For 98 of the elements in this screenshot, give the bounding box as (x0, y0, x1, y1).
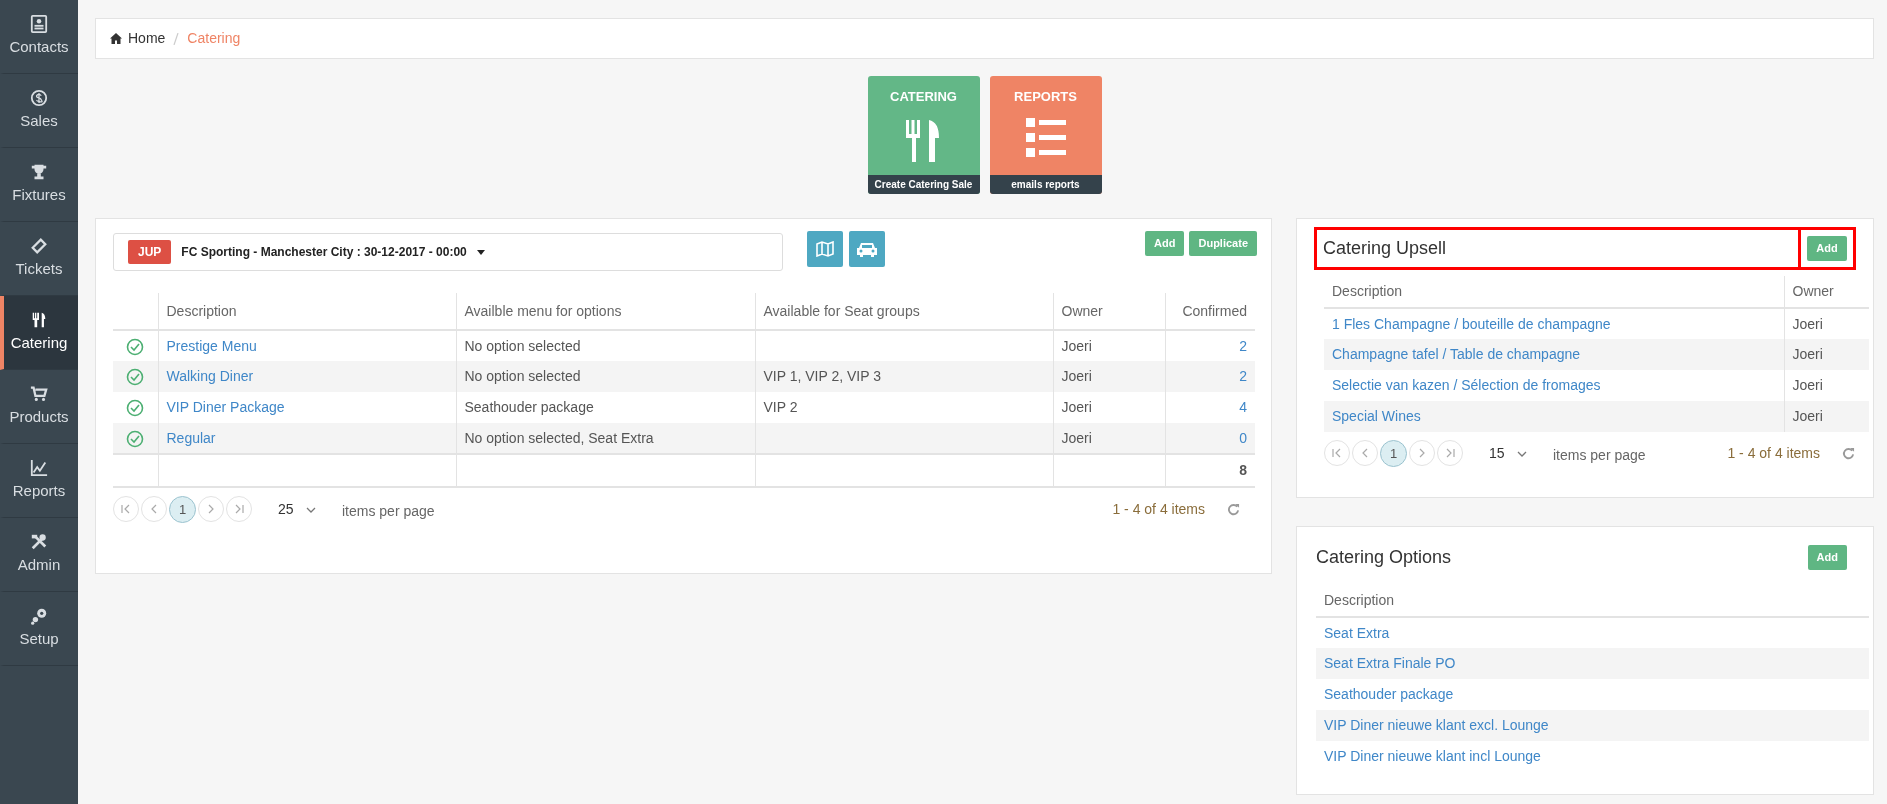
sidebar-item[interactable]: Catering (0, 296, 78, 370)
tile-title: CATERING (890, 88, 957, 106)
panel-title: Catering Upsell (1323, 237, 1447, 260)
upsell-link[interactable]: Champagne tafel / Table de champagne (1332, 346, 1581, 362)
catering-link[interactable]: Walking Diner (166, 368, 254, 384)
upsell-link[interactable]: Selectie van kazen / Sélection de fromages (1332, 377, 1601, 393)
sidebar-item[interactable]: Contacts (0, 0, 78, 74)
check-circle-icon (126, 337, 145, 356)
option-link[interactable]: Seat Extra (1324, 624, 1390, 641)
table-cell: No option selected, Seat Extra (464, 429, 654, 446)
fork-knife-icon (30, 310, 48, 329)
refresh-icon (1842, 447, 1855, 460)
table-cell: No option selected (464, 337, 581, 354)
page-button[interactable]: 1 (169, 496, 196, 523)
page-size-select[interactable]: 15 (1489, 443, 1541, 464)
column-header: Description (1316, 585, 1869, 617)
table-cell: VIP 1, VIP 2, VIP 3 (763, 368, 882, 384)
column-header: Available for Seat groups (755, 293, 1053, 330)
option-link[interactable]: VIP Diner nieuwe klant incl Lounge (1324, 748, 1541, 764)
trophy-icon (30, 162, 48, 181)
sidebar-item[interactable]: Admin (0, 518, 78, 592)
page-size-select[interactable]: 25 (278, 499, 330, 520)
confirmed-link[interactable]: 2 (1239, 337, 1247, 354)
tile-caption: Create Catering Sale (867, 175, 980, 194)
car-icon (857, 241, 877, 257)
table-cell: Joeri (1792, 315, 1823, 332)
upsell-link[interactable]: 1 Fles Champagne / bouteille de champagne (1332, 315, 1611, 332)
slash-separator-icon (173, 32, 180, 45)
action-button[interactable]: Duplicate (1189, 231, 1257, 256)
add-button[interactable]: Add (1807, 236, 1847, 261)
upsell-link[interactable]: Special Wines (1332, 408, 1421, 424)
table-cell: Joeri (1061, 399, 1092, 415)
column-header: Confirmed (1165, 293, 1255, 330)
map-icon (816, 241, 834, 257)
contact-card-icon (30, 14, 48, 33)
catering-link[interactable]: Regular (166, 429, 216, 446)
breadcrumb-link[interactable]: Home (110, 28, 166, 49)
line-chart-icon (30, 458, 48, 477)
pager-summary: 1 - 4 of 4 items (1112, 500, 1205, 519)
chevron-down-icon (1516, 450, 1527, 457)
table-cell: Joeri (1061, 337, 1092, 354)
option-link[interactable]: Seathouder package (1324, 686, 1454, 702)
gears-icon (30, 606, 48, 625)
check-circle-icon (126, 399, 145, 418)
table-cell: Joeri (1061, 429, 1092, 446)
check-circle-icon (126, 429, 145, 448)
catering-tile[interactable]: CATERING Create Catering Sale (867, 76, 980, 194)
cart-icon (30, 384, 48, 403)
column-header: Description (158, 293, 456, 330)
column-header: Description (1324, 276, 1784, 308)
table-cell: No option selected (464, 368, 581, 384)
car-button[interactable] (849, 231, 885, 267)
items-per-page-label: items per page (342, 502, 435, 521)
table-cell: Joeri (1061, 368, 1092, 384)
map-button[interactable] (807, 231, 843, 267)
tile-caption: emails reports (989, 175, 1102, 194)
catering-link[interactable]: Prestige Menu (166, 337, 257, 354)
sidebar-item[interactable]: Setup (0, 592, 78, 666)
page-button[interactable]: 1 (1380, 440, 1407, 467)
sidebar-item[interactable]: Reports (0, 444, 78, 518)
column-header: Owner (1784, 276, 1869, 308)
chevron-down-icon (305, 506, 316, 513)
table-cell: VIP 2 (763, 399, 798, 415)
pager-summary: 1 - 4 of 4 items (1727, 444, 1820, 463)
confirmed-link[interactable]: 4 (1239, 399, 1247, 415)
tools-icon (30, 532, 48, 551)
catering-link[interactable]: VIP Diner Package (166, 399, 285, 415)
confirmed-link[interactable]: 2 (1239, 368, 1247, 384)
refresh-button[interactable] (1227, 503, 1240, 516)
table-cell: Seathouder package (464, 399, 594, 415)
refresh-icon (1227, 503, 1240, 516)
event-selector[interactable]: JUP FC Sporting - Manchester City : 30-12-2017 - 00:00 (113, 233, 783, 271)
event-label: FC Sporting - Manchester City : 30-12-2017 - 00:00 (181, 244, 467, 261)
confirmed-link[interactable]: 0 (1239, 429, 1247, 446)
table-cell: Joeri (1792, 408, 1823, 424)
ticket-icon (30, 236, 48, 255)
caret-down-icon (476, 249, 485, 255)
panel-title: Catering Options (1315, 545, 1452, 569)
column-header: Owner (1053, 293, 1165, 330)
event-badge: JUP (128, 240, 172, 264)
table-cell: Joeri (1792, 346, 1823, 362)
items-per-page-label: items per page (1553, 446, 1646, 465)
sidebar-item[interactable]: Fixtures (0, 148, 78, 222)
sidebar-item[interactable]: Products (0, 370, 78, 444)
dollar-coin-icon (30, 88, 48, 107)
reports-tile[interactable]: REPORTS emails reports (989, 76, 1102, 194)
action-button[interactable]: Add (1145, 231, 1185, 256)
table-cell: Joeri (1792, 377, 1823, 393)
refresh-button[interactable] (1842, 447, 1855, 460)
total-value: 8 (1239, 462, 1247, 478)
breadcrumb-current: Catering (187, 29, 241, 48)
add-button[interactable]: Add (1807, 544, 1847, 570)
home-icon (110, 33, 122, 44)
sidebar-item[interactable]: Sales (0, 74, 78, 148)
check-circle-icon (126, 368, 145, 387)
column-header: Availble menu for options (456, 293, 755, 330)
option-link[interactable]: Seat Extra Finale PO (1324, 655, 1456, 671)
tile-title: REPORTS (1014, 88, 1077, 106)
